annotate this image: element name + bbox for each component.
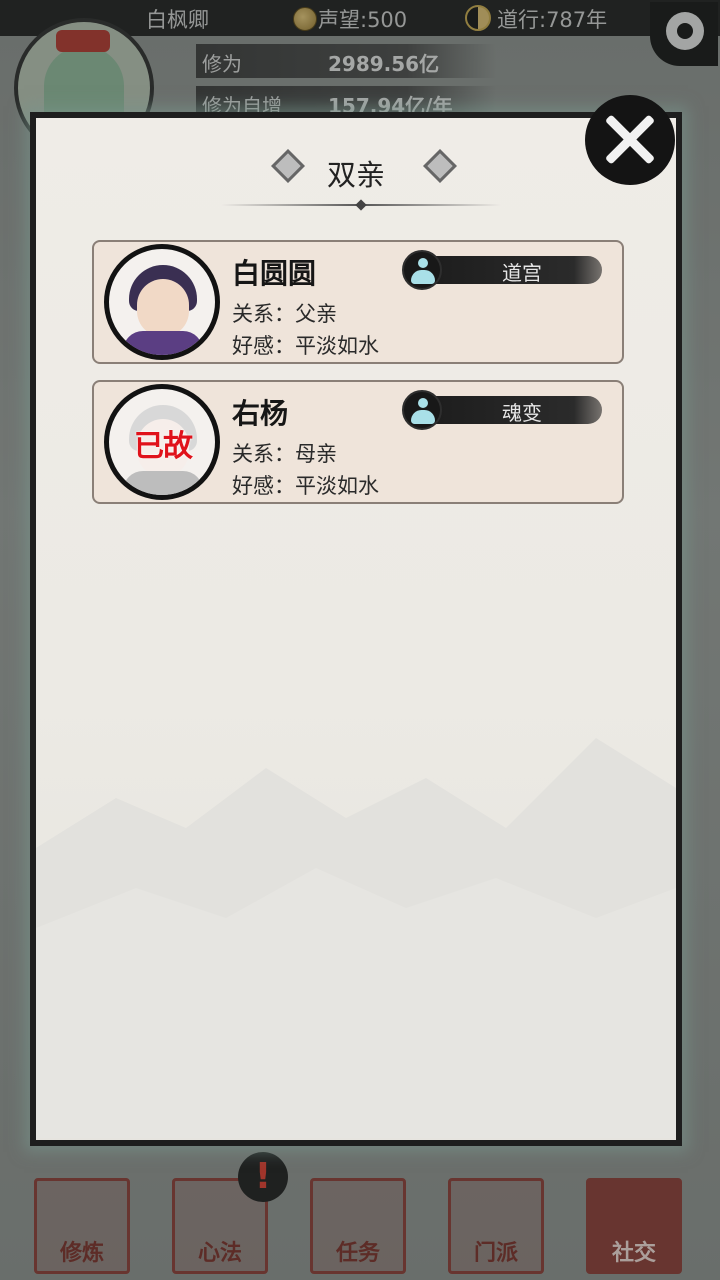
close-dialog-button[interactable] <box>585 95 675 185</box>
member-relation: 关系：母亲 <box>232 442 337 466</box>
member-name: 右杨 <box>232 397 289 430</box>
family-member-card[interactable]: 已故 右杨 关系：母亲 好感：平淡如水 魂变 <box>92 380 624 504</box>
member-portrait[interactable]: 已故 <box>104 384 220 500</box>
ink-mountains-decoration <box>36 738 676 1138</box>
dialog-title: 双亲 <box>326 158 385 192</box>
member-affinity: 好感：平淡如水 <box>232 474 379 498</box>
member-portrait[interactable] <box>104 244 220 360</box>
realm-label: 道宫 <box>502 261 542 285</box>
title-divider <box>221 204 501 206</box>
member-relation: 关系：父亲 <box>232 302 337 326</box>
member-name: 白圆圆 <box>232 257 317 290</box>
meditation-icon <box>402 390 442 430</box>
meditation-icon <box>402 250 442 290</box>
realm-badge: 道宫 <box>402 250 602 290</box>
member-affinity: 好感：平淡如水 <box>232 334 379 358</box>
deceased-stamp: 已故 <box>134 429 193 464</box>
family-member-card[interactable]: 白圆圆 关系：父亲 好感：平淡如水 道宫 <box>92 240 624 364</box>
realm-badge: 魂变 <box>402 390 602 430</box>
realm-label: 魂变 <box>502 401 542 425</box>
parents-dialog: 双亲 白圆圆 关系：父亲 好感：平淡如水 道宫 已故 右杨 关系：母亲 好感：平… <box>30 112 682 1146</box>
